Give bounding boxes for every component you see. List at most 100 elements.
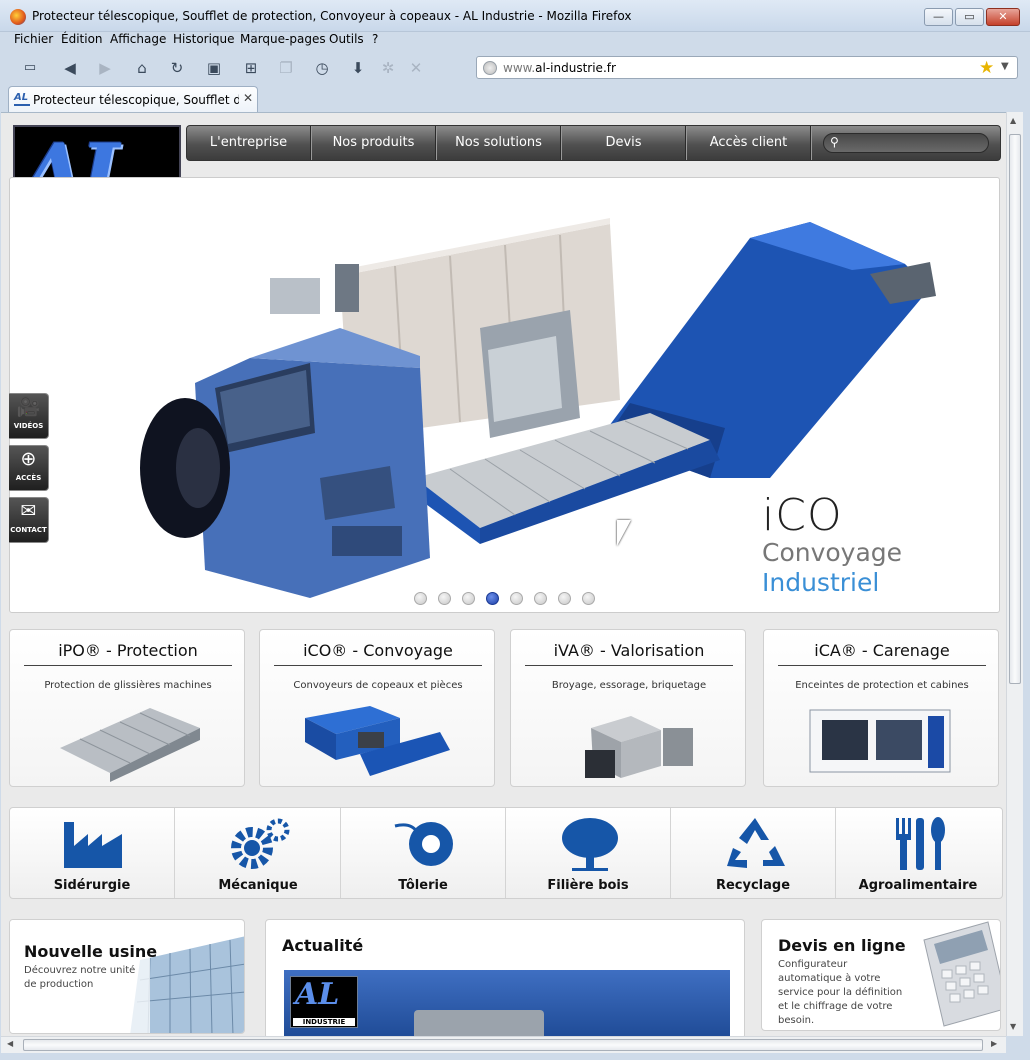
card-actualite[interactable]: Actualité AL INDUSTRIE bbox=[265, 919, 745, 1036]
menu-bar: Fichier Édition Affichage Historique Mar… bbox=[0, 32, 1030, 52]
sector-mecanique[interactable]: Mécanique bbox=[176, 808, 341, 898]
nav-devis[interactable]: Devis bbox=[562, 126, 686, 160]
chip-conveyor-image bbox=[305, 706, 450, 776]
slider-dot-3[interactable] bbox=[462, 592, 475, 605]
sector-tolerie[interactable]: Tôlerie bbox=[341, 808, 506, 898]
history-icon[interactable]: ◷ bbox=[311, 58, 333, 78]
home-icon[interactable]: ⌂ bbox=[131, 58, 153, 78]
vertical-scrollbar[interactable]: ▲ ▼ bbox=[1006, 112, 1023, 1036]
close-window-button[interactable]: ✕ bbox=[986, 8, 1020, 26]
scroll-left-icon[interactable]: ◀ bbox=[7, 1039, 13, 1048]
product-ica[interactable]: iCA® - Carenage Enceintes de protection … bbox=[763, 629, 999, 787]
slider-dot-2[interactable] bbox=[438, 592, 451, 605]
add-icon[interactable]: ⊞ bbox=[240, 58, 262, 78]
site-search[interactable]: ⚲ bbox=[823, 133, 989, 153]
download-icon[interactable]: ⬇ bbox=[347, 58, 369, 78]
sector-siderurgie[interactable]: Sidérurgie bbox=[10, 808, 175, 898]
menu-help[interactable]: ? bbox=[372, 32, 378, 46]
page-viewport: AL INDUSTRIE INDUSTRIE L'entreprise Nos … bbox=[1, 112, 1006, 1036]
search-input[interactable] bbox=[846, 136, 982, 150]
copy-icon[interactable]: ❐ bbox=[275, 58, 297, 78]
slider-dot-8[interactable] bbox=[582, 592, 595, 605]
url-dropdown-icon[interactable]: ▼ bbox=[1001, 61, 1009, 72]
sector-filiere-bois[interactable]: Filière bois bbox=[506, 808, 671, 898]
sector-agroalimentaire[interactable]: Agroalimentaire bbox=[836, 808, 1001, 898]
metal-coil-icon bbox=[394, 822, 453, 866]
window-titlebar: Protecteur télescopique, Soufflet de pro… bbox=[0, 0, 1030, 32]
hero-slider[interactable]: iCO Convoyage Industriel bbox=[9, 177, 1000, 613]
side-tab-acces[interactable]: ⊕ ACCÈS bbox=[9, 445, 49, 491]
side-tab-acces-label: ACCÈS bbox=[15, 474, 42, 482]
news-image[interactable]: AL INDUSTRIE bbox=[284, 970, 730, 1036]
slide-caption-line3: Industriel bbox=[762, 568, 880, 597]
nav-solutions[interactable]: Nos solutions bbox=[437, 126, 561, 160]
slider-dot-1[interactable] bbox=[414, 592, 427, 605]
horizontal-scrollbar[interactable]: ◀ ▶ bbox=[1, 1036, 1006, 1053]
side-tab-videos[interactable]: 🎥 VIDÉOS bbox=[9, 393, 49, 439]
product-title: iCO® - Convoyage bbox=[274, 641, 482, 666]
menu-fichier[interactable]: Fichier bbox=[14, 32, 53, 46]
slider-dot-4-active[interactable] bbox=[486, 592, 499, 605]
window-icon[interactable]: ▣ bbox=[203, 58, 225, 78]
calculator-image bbox=[923, 921, 1000, 1027]
tab-al-industrie[interactable]: AL Protecteur télescopique, Soufflet de … bbox=[8, 86, 258, 112]
slide-caption-line2: Convoyage bbox=[762, 538, 903, 567]
minimize-button[interactable]: — bbox=[924, 8, 953, 26]
window-title: Protecteur télescopique, Soufflet de pro… bbox=[32, 9, 632, 23]
card-title: Actualité bbox=[282, 936, 364, 955]
shredder-image bbox=[585, 716, 693, 778]
sector-label: Mécanique bbox=[218, 878, 298, 893]
reload-icon[interactable]: ↻ bbox=[166, 58, 188, 78]
sector-recyclage[interactable]: Recyclage bbox=[671, 808, 836, 898]
globe-icon bbox=[483, 61, 497, 75]
slider-dot-7[interactable] bbox=[558, 592, 571, 605]
camera-icon: 🎥 bbox=[16, 396, 41, 418]
url-text[interactable]: www.al-industrie.fr bbox=[503, 61, 616, 75]
stop-icon[interactable]: ✕ bbox=[405, 58, 427, 78]
menu-historique[interactable]: Historique bbox=[173, 32, 235, 46]
al-favicon-icon: AL bbox=[14, 92, 30, 106]
product-iva[interactable]: iVA® - Valorisation Broyage, essorage, b… bbox=[510, 629, 746, 787]
card-text: Configurateur automatique à votre servic… bbox=[778, 959, 903, 1026]
product-subtitle: Protection de glissières machines bbox=[44, 680, 212, 691]
webcam-icon[interactable]: ▭ bbox=[18, 58, 42, 78]
forward-icon[interactable]: ▶ bbox=[94, 58, 116, 78]
nav-entreprise[interactable]: L'entreprise bbox=[187, 126, 311, 160]
machine-enclosure-image bbox=[809, 709, 951, 773]
menu-affichage[interactable]: Affichage bbox=[110, 32, 166, 46]
card-devis-en-ligne[interactable]: Devis en ligne Configurateur automatique… bbox=[761, 919, 1001, 1031]
product-title: iVA® - Valorisation bbox=[525, 641, 733, 666]
url-bar[interactable]: www.al-industrie.fr ★ ▼ bbox=[476, 56, 1018, 79]
tab-close-icon[interactable]: ✕ bbox=[243, 91, 253, 105]
maximize-button[interactable]: ▭ bbox=[955, 8, 984, 26]
card-text: Découvrez notre unité de production bbox=[24, 965, 136, 990]
slider-dot-5[interactable] bbox=[510, 592, 523, 605]
scroll-down-icon[interactable]: ▼ bbox=[1010, 1022, 1016, 1031]
scroll-up-icon[interactable]: ▲ bbox=[1010, 116, 1016, 125]
nav-produits[interactable]: Nos produits bbox=[312, 126, 436, 160]
gears-icon bbox=[231, 818, 290, 869]
menu-outils[interactable]: Outils bbox=[329, 32, 364, 46]
sector-label: Recyclage bbox=[715, 878, 791, 893]
side-tab-contact[interactable]: ✉ CONTACT bbox=[9, 497, 49, 543]
menu-marque-pages[interactable]: Marque-pages bbox=[240, 32, 326, 46]
envelope-icon: ✉ bbox=[20, 500, 37, 522]
side-tab-contact-label: CONTACT bbox=[10, 526, 47, 534]
horizontal-scroll-thumb[interactable] bbox=[23, 1039, 983, 1051]
product-ipo[interactable]: iPO® - Protection Protection de glissièr… bbox=[9, 629, 245, 787]
product-ico[interactable]: iCO® - Convoyage Convoyeurs de copeaux e… bbox=[259, 629, 495, 787]
product-subtitle: Broyage, essorage, briquetage bbox=[551, 680, 707, 691]
vertical-scroll-thumb[interactable] bbox=[1009, 134, 1021, 684]
back-icon[interactable]: ◀ bbox=[59, 58, 81, 78]
search-icon[interactable]: ⚲ bbox=[830, 135, 839, 149]
news-machine-shape bbox=[414, 1010, 544, 1036]
menu-edition[interactable]: Édition bbox=[61, 32, 103, 46]
scroll-right-icon[interactable]: ▶ bbox=[991, 1039, 997, 1048]
bookmark-star-icon[interactable]: ★ bbox=[979, 58, 994, 78]
side-tab-videos-label: VIDÉOS bbox=[13, 422, 44, 430]
slide-caption-title: iCO bbox=[762, 490, 843, 541]
card-nouvelle-usine[interactable]: Nouvelle usine Découvrez notre unité de … bbox=[9, 919, 245, 1034]
sectors-bar: Sidérurgie Mécanique Tôlerie Filière boi… bbox=[9, 807, 1003, 899]
nav-acces-client[interactable]: Accès client bbox=[687, 126, 811, 160]
slider-dot-6[interactable] bbox=[534, 592, 547, 605]
